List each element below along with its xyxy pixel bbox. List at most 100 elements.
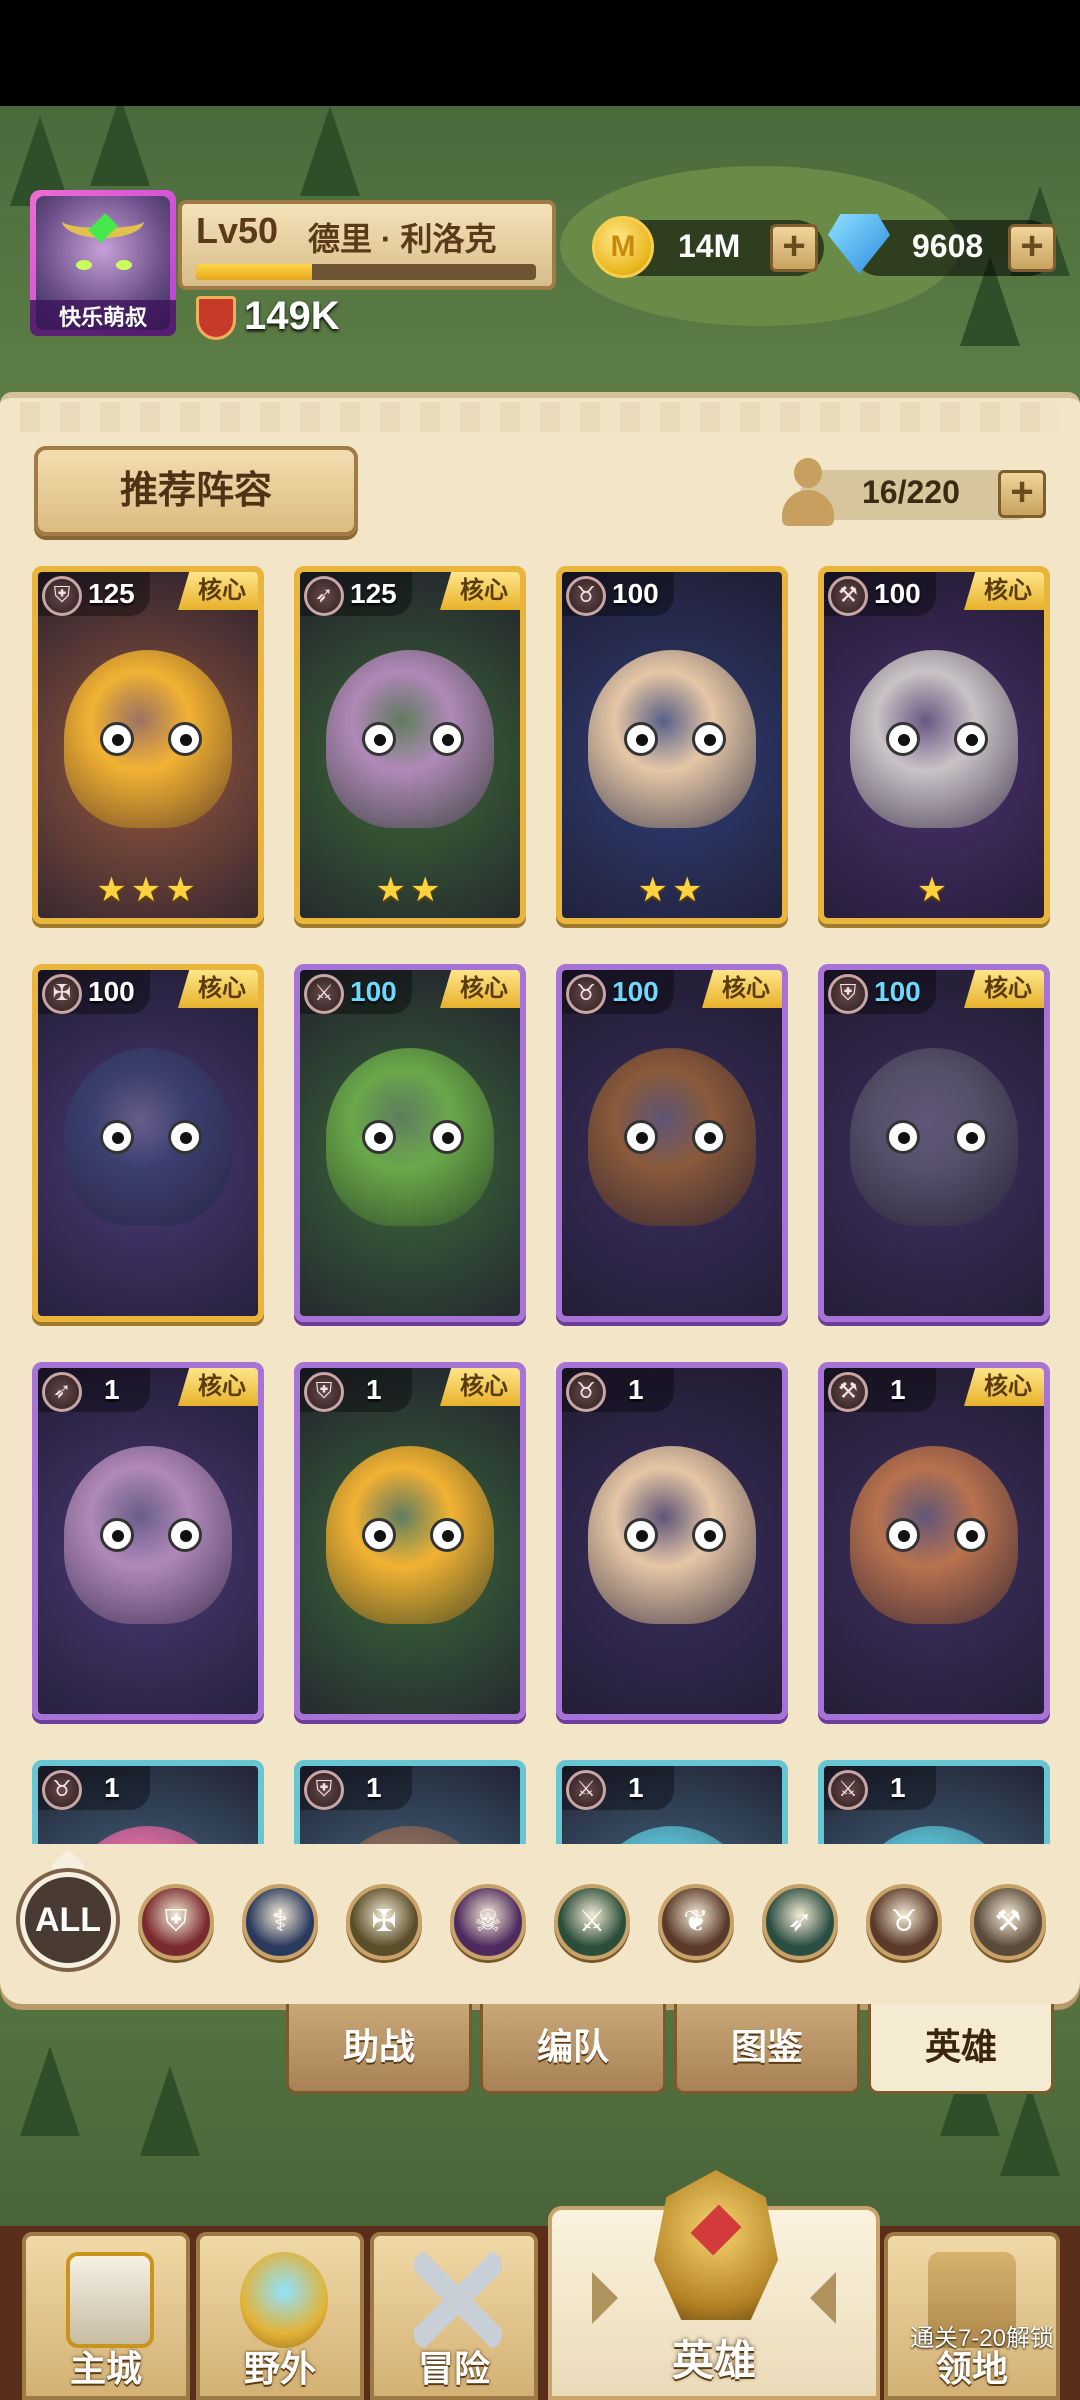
nav-adventure-label: 冒险 xyxy=(417,2348,490,2389)
tab-formation[interactable]: 编队 xyxy=(480,2004,666,2094)
filter-swords-icon[interactable]: ⚔ xyxy=(554,1884,630,1960)
hero-card[interactable]: ⛨ 1 核心 xyxy=(294,1362,526,1720)
hero-eye xyxy=(362,1518,396,1552)
gem-amount: 9608 xyxy=(912,228,984,264)
tab-heroes[interactable]: 英雄 xyxy=(868,2004,1054,2094)
hero-eye xyxy=(430,1518,464,1552)
hero-card[interactable]: ♉ 100 ★★ xyxy=(556,566,788,924)
hero-eye xyxy=(100,722,134,756)
axe-icon: ⚒ xyxy=(828,576,868,616)
filter-all-button[interactable]: ALL xyxy=(20,1872,116,1968)
beast-icon: ♉ xyxy=(42,1770,82,1810)
hero-level: 100 xyxy=(612,976,659,1007)
filter-hammer-icon[interactable]: ⚒ xyxy=(970,1884,1046,1960)
swords-icon: ⚔ xyxy=(566,1770,606,1810)
hero-portrait xyxy=(588,650,756,828)
hero-eye xyxy=(168,1518,202,1552)
core-badge: 核心 xyxy=(178,1368,258,1406)
filter-shield-icon[interactable]: ⛨ xyxy=(138,1884,214,1960)
hero-card[interactable]: ⛨ 100 核心 xyxy=(818,964,1050,1322)
filter-skull-icon[interactable]: ☠ xyxy=(450,1884,526,1960)
xp-bar xyxy=(196,264,536,280)
combat-power: 149K xyxy=(244,294,340,338)
hero-eye xyxy=(954,722,988,756)
hero-subtabs: 助战 编队 图鉴 英雄 xyxy=(286,2004,1060,2096)
panel-decoration xyxy=(20,402,1060,432)
hero-card[interactable]: ⚒ 100 核心 ★ xyxy=(818,566,1050,924)
hero-level: 1 xyxy=(366,1374,382,1405)
hero-eye xyxy=(100,1120,134,1154)
nav-territory[interactable]: 领地 xyxy=(884,2232,1060,2400)
hero-eye xyxy=(954,1518,988,1552)
filter-bow-icon[interactable]: ➶ xyxy=(762,1884,838,1960)
hero-eye xyxy=(692,722,726,756)
hero-portrait xyxy=(850,1446,1018,1624)
core-badge: 核心 xyxy=(964,1368,1044,1406)
hero-level: 100 xyxy=(88,976,135,1007)
hero-eye xyxy=(430,1120,464,1154)
add-gems-button[interactable]: + xyxy=(1008,224,1056,272)
hero-card[interactable]: ⚔ 1 xyxy=(556,1760,788,1844)
hero-card[interactable]: ⛨ 1 xyxy=(294,1760,526,1844)
beast-icon: ♉ xyxy=(566,974,606,1014)
territory-unlock-hint: 通关7-20解锁 xyxy=(909,2325,1055,2352)
shield-icon: ⛨ xyxy=(304,1770,344,1810)
hero-card[interactable]: ⚔ 1 xyxy=(818,1760,1050,1844)
bow-icon: ➶ xyxy=(304,576,344,616)
filter-beast-icon[interactable]: ♉ xyxy=(866,1884,942,1960)
nav-adventure[interactable]: 冒险 xyxy=(370,2232,538,2400)
person-icon xyxy=(782,458,834,528)
hero-eye xyxy=(624,1518,658,1552)
hero-portrait xyxy=(588,1446,756,1624)
hero-portrait xyxy=(64,1446,232,1624)
hero-portrait xyxy=(64,1048,232,1226)
recommended-lineup-button[interactable]: 推荐阵容 xyxy=(34,446,358,536)
hero-level: 1 xyxy=(366,1772,382,1803)
avatar-label: 快乐萌叔 xyxy=(30,300,176,336)
core-badge: 核心 xyxy=(178,970,258,1008)
hero-stars: ★★ xyxy=(637,871,707,909)
hero-level: 125 xyxy=(88,578,135,609)
hero-level: 1 xyxy=(104,1374,120,1405)
hero-level: 125 xyxy=(350,578,397,609)
hero-portrait xyxy=(326,1048,494,1226)
hero-eye xyxy=(692,1120,726,1154)
hero-portrait xyxy=(326,1446,494,1624)
hero-card[interactable]: ♉ 1 xyxy=(556,1362,788,1720)
shield-icon: ⛨ xyxy=(304,1372,344,1412)
hero-stars: ★ xyxy=(916,871,952,909)
hero-stars: ★★★ xyxy=(96,871,200,909)
hero-eye xyxy=(886,722,920,756)
hero-card[interactable]: ✠ 100 核心 xyxy=(32,964,264,1322)
filter-staff-icon[interactable]: ⚕ xyxy=(242,1884,318,1960)
hero-card[interactable]: ➶ 1 核心 xyxy=(32,1362,264,1720)
hero-card[interactable]: ⛨ 125 核心 ★★★ xyxy=(32,566,264,924)
hero-card[interactable]: ♉ 100 核心 xyxy=(556,964,788,1322)
beast-icon: ♉ xyxy=(566,1372,606,1412)
power-shield-icon xyxy=(196,296,236,340)
hero-card[interactable]: ♉ 1 xyxy=(32,1760,264,1844)
nav-hero-label: 英雄 xyxy=(671,2337,756,2384)
crossed-swords-icon xyxy=(414,2252,502,2348)
filter-wings-icon[interactable]: ✠ xyxy=(346,1884,422,1960)
hero-card[interactable]: ➶ 125 核心 ★★ xyxy=(294,566,526,924)
hero-eye xyxy=(954,1120,988,1154)
hero-card[interactable]: ⚔ 100 核心 xyxy=(294,964,526,1322)
wings-icon: ✠ xyxy=(42,974,82,1014)
hero-portrait xyxy=(850,650,1018,828)
tab-codex[interactable]: 图鉴 xyxy=(674,2004,860,2094)
add-gold-button[interactable]: + xyxy=(770,224,818,272)
expand-capacity-button[interactable]: + xyxy=(998,470,1046,518)
hero-level: 100 xyxy=(874,578,921,609)
hero-card[interactable]: ⚒ 1 核心 xyxy=(818,1362,1050,1720)
swords-icon: ⚔ xyxy=(828,1770,868,1810)
bow-icon: ➶ xyxy=(42,1372,82,1412)
tab-support[interactable]: 助战 xyxy=(286,2004,472,2094)
player-level: Lv50 xyxy=(196,210,279,251)
swords-icon: ⚔ xyxy=(304,974,344,1014)
nav-wild[interactable]: 野外 xyxy=(196,2232,364,2400)
nav-main-city[interactable]: 主城 xyxy=(22,2232,190,2400)
hero-eye xyxy=(168,722,202,756)
shield-icon: ⛨ xyxy=(828,974,868,1014)
filter-paw-icon[interactable]: ❦ xyxy=(658,1884,734,1960)
